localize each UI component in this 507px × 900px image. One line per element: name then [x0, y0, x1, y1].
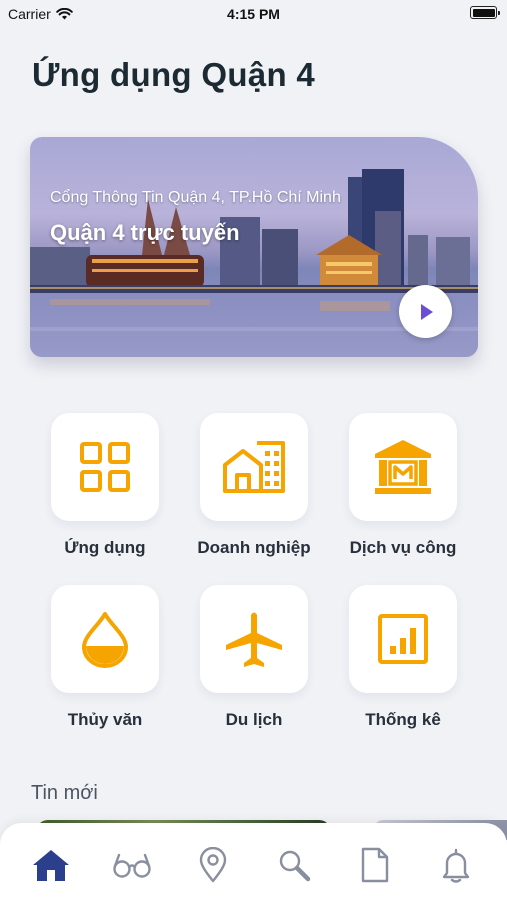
service-label: Thống kê: [365, 710, 441, 729]
service-tile[interactable]: [200, 585, 308, 693]
service-label: Ứng dụng: [64, 538, 146, 557]
bottom-tab-bar: [0, 823, 507, 900]
status-bar: Carrier 4:15 PM: [0, 0, 507, 28]
bell-icon: [442, 848, 470, 883]
play-button[interactable]: [399, 285, 452, 338]
service-label: Doanh nghiệp: [197, 538, 311, 557]
service-tile[interactable]: [349, 585, 457, 693]
featured-banner[interactable]: Cổng Thông Tin Quận 4, TP.Hồ Chí Minh Qu…: [30, 137, 478, 357]
service-item-business[interactable]: Doanh nghiệp: [179, 413, 329, 558]
tab-search[interactable]: [272, 843, 316, 887]
service-item-travel[interactable]: Du lịch: [179, 585, 329, 730]
business-buildings-icon: [223, 441, 285, 493]
glasses-icon: [113, 853, 151, 878]
page-title: Ứng dụng Quận 4: [32, 56, 316, 93]
service-label: Du lịch: [225, 710, 283, 729]
service-tile[interactable]: [51, 413, 159, 521]
map-pin-icon: [199, 847, 227, 883]
status-right: [470, 6, 500, 19]
service-label: Dịch vụ công: [349, 538, 457, 557]
search-icon: [279, 850, 311, 882]
tab-map[interactable]: [191, 843, 235, 887]
tab-home[interactable]: [29, 843, 73, 887]
banner-subtitle: Cổng Thông Tin Quận 4, TP.Hồ Chí Minh: [50, 189, 341, 206]
status-time: 4:15 PM: [227, 6, 280, 22]
grid-apps-icon: [80, 442, 130, 492]
public-service-building-icon: [375, 440, 431, 494]
news-heading: Tin mới: [31, 782, 98, 804]
service-item-apps[interactable]: Ứng dụng: [30, 413, 180, 558]
play-icon: [420, 303, 433, 320]
service-item-statistics[interactable]: Thống kê: [328, 585, 478, 730]
tab-document[interactable]: [353, 843, 397, 887]
banner-title: Quận 4 trực tuyến: [50, 220, 240, 245]
battery-icon: [470, 6, 500, 19]
service-tile[interactable]: [200, 413, 308, 521]
document-icon: [361, 847, 389, 883]
water-drop-icon: [82, 612, 128, 668]
tab-notifications[interactable]: [434, 843, 478, 887]
home-icon: [33, 850, 69, 881]
statistics-chart-icon: [378, 614, 428, 664]
service-label: Thủy văn: [67, 710, 143, 729]
service-item-public-services[interactable]: Dịch vụ công: [328, 413, 478, 558]
airplane-icon: [226, 612, 282, 667]
tab-glasses[interactable]: [110, 843, 154, 887]
service-tile[interactable]: [349, 413, 457, 521]
service-item-hydrology[interactable]: Thủy văn: [30, 585, 180, 730]
service-tile[interactable]: [51, 585, 159, 693]
